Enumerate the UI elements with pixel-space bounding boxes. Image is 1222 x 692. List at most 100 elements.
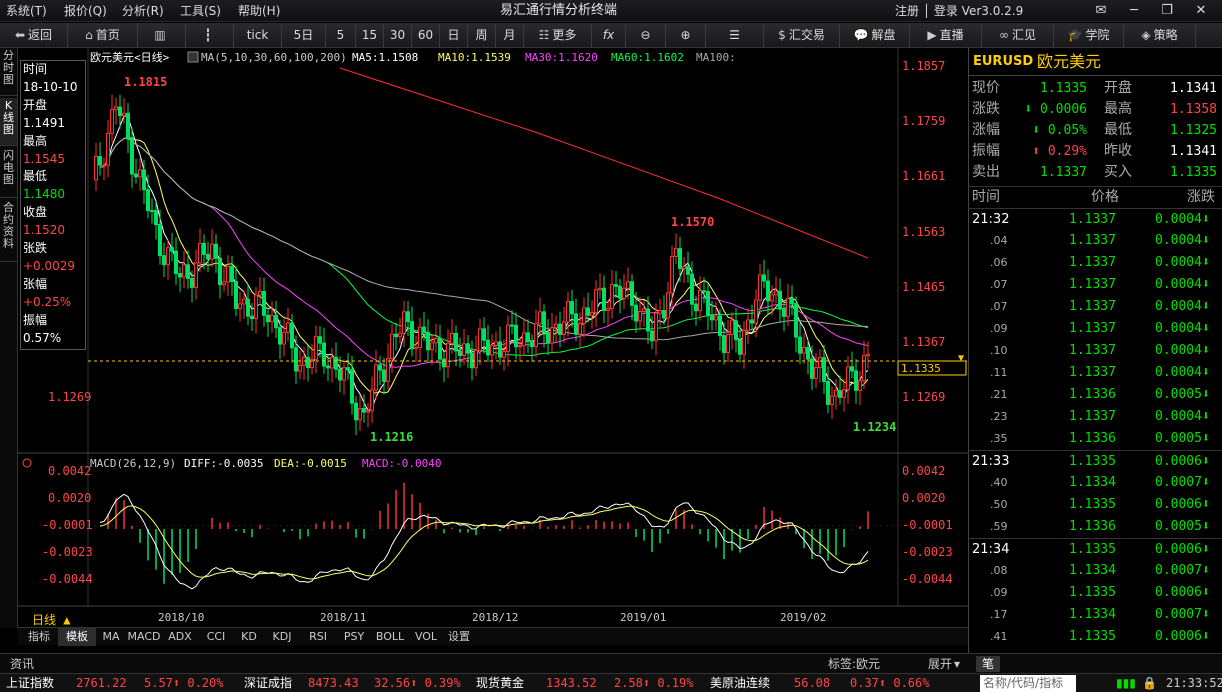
kline-chart[interactable]: 1.1335 ▼ 欧元美元<日线> MA(5,10,30,60,100,200)… — [18, 48, 968, 628]
formula-button[interactable]: fx — [592, 23, 626, 48]
candle — [390, 333, 394, 359]
indicator-tab[interactable]: 模板 — [58, 628, 96, 646]
macd-tick-2-left: 0.0020 — [48, 491, 91, 505]
period-15min[interactable]: 15 — [356, 23, 384, 48]
close-icon[interactable]: ✕ — [1192, 2, 1210, 20]
low-marker-label: 1.1216 — [370, 430, 413, 444]
indicator-tab[interactable]: VOL — [408, 628, 444, 646]
tab-kline[interactable]: K线图 — [0, 98, 17, 146]
indicator-tab[interactable]: CCI — [198, 628, 234, 646]
period-5min[interactable]: 5 — [326, 23, 356, 48]
period-60min[interactable]: 60 — [412, 23, 440, 48]
huijian-button[interactable]: ∞ 汇见 — [982, 23, 1054, 48]
expand-arrow-icon[interactable]: ▾ — [954, 654, 960, 674]
tick-button[interactable]: tick — [234, 23, 282, 48]
candle — [642, 308, 646, 313]
candle — [682, 266, 686, 269]
macd-tick-1-right: 0.0042 — [902, 464, 945, 478]
candle — [282, 331, 286, 345]
menu-quote[interactable]: 报价(Q) — [60, 0, 111, 22]
info-row: 1.1545 — [23, 151, 65, 166]
tab-contract-info[interactable]: 合约资料 — [0, 200, 17, 262]
macd-tick-2-right: 0.0020 — [902, 491, 945, 505]
indicator-tab[interactable]: KD — [234, 628, 264, 646]
menu-help[interactable]: 帮助(H) — [234, 0, 284, 22]
menu-analysis[interactable]: 分析(R) — [118, 0, 168, 22]
candle — [406, 311, 410, 323]
period-selector[interactable]: 日线 ▲ — [32, 613, 71, 627]
strategy-button[interactable]: ◈ 策略 — [1124, 23, 1196, 48]
lock-icon[interactable]: 🔒 — [1142, 674, 1157, 692]
period-day[interactable]: 日 — [440, 23, 468, 48]
list-button[interactable]: ☰ — [706, 23, 764, 48]
candle — [782, 308, 786, 317]
index-name[interactable]: 上证指数 — [6, 674, 54, 692]
tick-row: 21:32 1.1337 0.0004⬇ — [969, 208, 1222, 230]
period-5day[interactable]: 5日 — [282, 23, 326, 48]
macd-value: MACD:-0.0040 — [362, 457, 441, 470]
chart-canvas[interactable]: 1.1335 ▼ 欧元美元<日线> MA(5,10,30,60,100,200)… — [18, 48, 968, 628]
candle — [426, 331, 430, 351]
menu-tools[interactable]: 工具(S) — [176, 0, 225, 22]
candle — [270, 314, 274, 323]
menu-system[interactable]: 系统(T) — [2, 0, 51, 22]
indicator-tab[interactable]: MACD — [126, 628, 162, 646]
home-button[interactable]: ⌂ 首页 — [68, 23, 138, 48]
macd-settings-icon[interactable] — [22, 458, 32, 468]
app-window: 系统(T) 报价(Q) 分析(R) 工具(S) 帮助(H) 易汇通行情分析终端 … — [0, 0, 1222, 692]
index-name[interactable]: 美原油连续 — [710, 674, 770, 692]
index-name[interactable]: 现货黄金 — [476, 674, 524, 692]
back-button[interactable]: ⬅ 返回 — [0, 23, 68, 48]
live-button[interactable]: ▶ 直播 — [910, 23, 982, 48]
candle-info-box: 时间 18-10-10 开盘 1.1491 最高 1.1545 最低 1.1480 收盘 1.15… — [20, 60, 86, 350]
candle — [514, 324, 518, 348]
candle — [214, 243, 218, 259]
mail-icon[interactable]: ✉ — [1092, 2, 1110, 20]
info-row: 1.1520 — [23, 223, 65, 238]
candlestick-button[interactable]: ┇ — [186, 23, 234, 48]
tab-flash-chart[interactable]: 闪电图 — [0, 148, 17, 198]
indicator-tab[interactable]: PSY — [336, 628, 372, 646]
candle — [774, 290, 778, 296]
account-links[interactable]: 注册 │ 登录 Ver3.0.2.9 — [895, 0, 1023, 22]
macd-diff: DIFF:-0.0035 — [184, 457, 263, 470]
index-name[interactable]: 深证成指 — [244, 674, 292, 692]
candle — [522, 332, 526, 347]
candle — [118, 106, 122, 117]
minimize-icon[interactable]: ─ — [1125, 2, 1143, 20]
analysis-button[interactable]: 💬 解盘 — [840, 23, 910, 48]
indicator-tab[interactable]: ADX — [162, 628, 198, 646]
info-row: 开盘 — [23, 97, 48, 112]
indicator-tab[interactable]: 指标 — [20, 628, 58, 646]
tab-timeshare[interactable]: 分时图 — [0, 48, 17, 96]
trend-chart-button[interactable]: ▥ — [138, 23, 186, 48]
news-tab[interactable]: 资讯 — [10, 654, 34, 674]
period-week[interactable]: 周 — [468, 23, 496, 48]
expand-button[interactable]: 展开 — [928, 654, 952, 674]
indicator-tab[interactable]: MA — [96, 628, 126, 646]
indicator-tab[interactable]: KDJ — [264, 628, 300, 646]
trade-button[interactable]: $ 汇交易 — [764, 23, 840, 48]
candle — [398, 332, 402, 338]
candle — [730, 320, 734, 335]
candle — [102, 164, 106, 167]
ma100-value: MA100: — [696, 51, 736, 64]
zoom-out-button[interactable]: ⊖ — [626, 23, 666, 48]
indicator-tab[interactable]: 设置 — [444, 628, 474, 646]
school-button[interactable]: 🎓 学院 — [1054, 23, 1124, 48]
period-month[interactable]: 月 — [496, 23, 524, 48]
ma-toggle-icon[interactable] — [187, 51, 199, 63]
indicator-tab[interactable]: BOLL — [372, 628, 408, 646]
candle — [746, 319, 750, 332]
candle — [242, 298, 246, 305]
maximize-icon[interactable]: ❐ — [1158, 2, 1176, 20]
indicator-tab[interactable]: RSI — [300, 628, 336, 646]
period-30min[interactable]: 30 — [384, 23, 412, 48]
pen-button[interactable]: 笔 — [976, 656, 1000, 672]
more-button[interactable]: ☷ 更多 — [524, 23, 592, 48]
candle — [558, 323, 562, 335]
zoom-in-button[interactable]: ⊕ — [666, 23, 706, 48]
search-input[interactable]: 名称/代码/指标 — [980, 675, 1076, 692]
candle — [394, 333, 398, 338]
candle — [290, 322, 294, 349]
